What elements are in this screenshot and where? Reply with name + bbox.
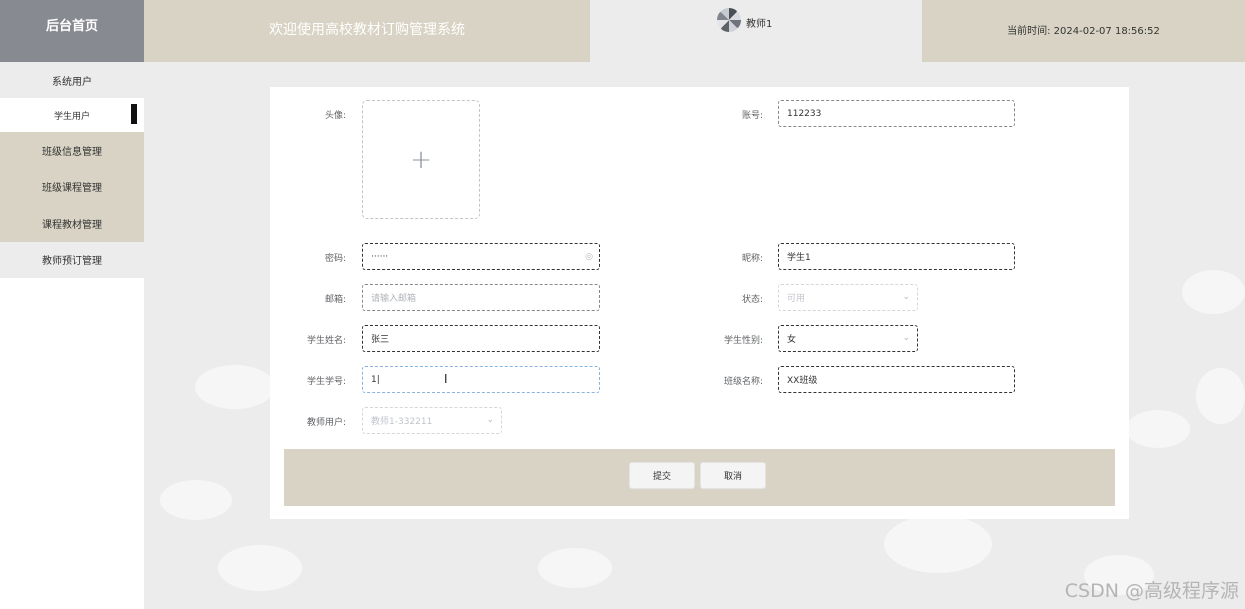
nickname-field[interactable]: 学生1 [778,243,1015,270]
nickname-label: 昵称: [741,254,763,264]
sidebar: 系统用户 学生用户 班级信息管理 班级课程管理 课程教材管理 教师预订管理 [0,62,144,609]
teacher-select: 教师1-332211 ⌄ [362,407,502,434]
student-gender-label: 学生性别: [723,336,763,346]
status-select: 可用 ⌄ [778,284,918,311]
teacher-value: 教师1-332211 [371,417,433,427]
background-bubble [218,545,302,591]
class-name-field[interactable]: XX班级 [778,366,1015,393]
student-name-field[interactable]: 张三 [362,325,600,352]
background-bubble [160,480,232,520]
form-actions: 提交 取消 [284,449,1115,506]
submit-button[interactable]: 提交 [629,462,695,489]
student-no-value: 1| [371,374,380,385]
brand-title[interactable]: 后台首页 [0,0,144,62]
user-area[interactable]: 教师1 [590,0,922,62]
text-cursor-icon: I [444,372,448,386]
student-no-field[interactable]: 1| [362,366,600,393]
account-field[interactable]: 112233 [778,100,1015,127]
sidebar-item-class-course[interactable]: 班级课程管理 [0,168,144,205]
current-time: 当前时间: 2024-02-07 18:56:52 [922,0,1245,62]
cancel-button[interactable]: 取消 [700,462,766,489]
eye-icon[interactable]: ◎ [585,252,593,262]
class-name-value: XX班级 [787,376,818,386]
account-value: 112233 [787,108,822,119]
chevron-down-icon: ⌄ [486,415,494,425]
password-label: 密码: [324,254,346,264]
top-header: 后台首页 欢迎使用高校教材订购管理系统 教师1 当前时间: 2024-02-07… [0,0,1245,62]
password-field[interactable]: ······ ◎ [362,243,600,270]
plus-icon: + [410,144,432,175]
email-field[interactable]: 请输入邮箱 [362,284,600,311]
background-bubble [195,365,275,409]
avatar[interactable] [717,8,741,32]
nickname-value: 学生1 [787,253,811,263]
avatar-label: 头像: [324,111,346,121]
student-name-label: 学生姓名: [306,336,346,346]
background-bubble [1182,270,1245,314]
student-gender-value: 女 [787,335,797,345]
teacher-label: 教师用户: [306,418,346,428]
background-bubble [1196,368,1245,424]
status-value: 可用 [787,294,806,304]
background-bubble [884,515,992,573]
account-label: 账号: [741,111,763,121]
avatar-upload[interactable]: + [362,100,480,219]
class-name-label: 班级名称: [723,377,763,387]
email-placeholder: 请输入邮箱 [371,294,417,304]
background-bubble [1126,410,1190,448]
student-name-value: 张三 [371,335,390,345]
student-no-label: 学生学号: [306,377,346,387]
password-value: ······ [371,251,389,262]
status-label: 状态: [741,295,763,305]
sidebar-item-system-users[interactable]: 系统用户 [0,62,144,98]
sidebar-item-student-users[interactable]: 学生用户 [0,98,144,132]
chevron-down-icon[interactable]: ⌄ [902,333,910,343]
watermark: CSDN @高级程序源 [1064,580,1239,602]
student-gender-select[interactable]: 女 ⌄ [778,325,918,352]
welcome-banner: 欢迎使用高校教材订购管理系统 [144,0,590,62]
background-bubble [538,548,612,588]
chevron-down-icon: ⌄ [902,292,910,302]
sidebar-item-class-info[interactable]: 班级信息管理 [0,132,144,169]
sidebar-item-teacher-booking[interactable]: 教师预订管理 [0,241,144,278]
username[interactable]: 教师1 [746,15,772,30]
email-label: 邮箱: [324,295,346,305]
student-user-form: 头像: + 账号: 112233 密码: ······ ◎ 昵称: 学生1 邮箱… [270,87,1129,519]
sidebar-item-course-textbook[interactable]: 课程教材管理 [0,205,144,242]
